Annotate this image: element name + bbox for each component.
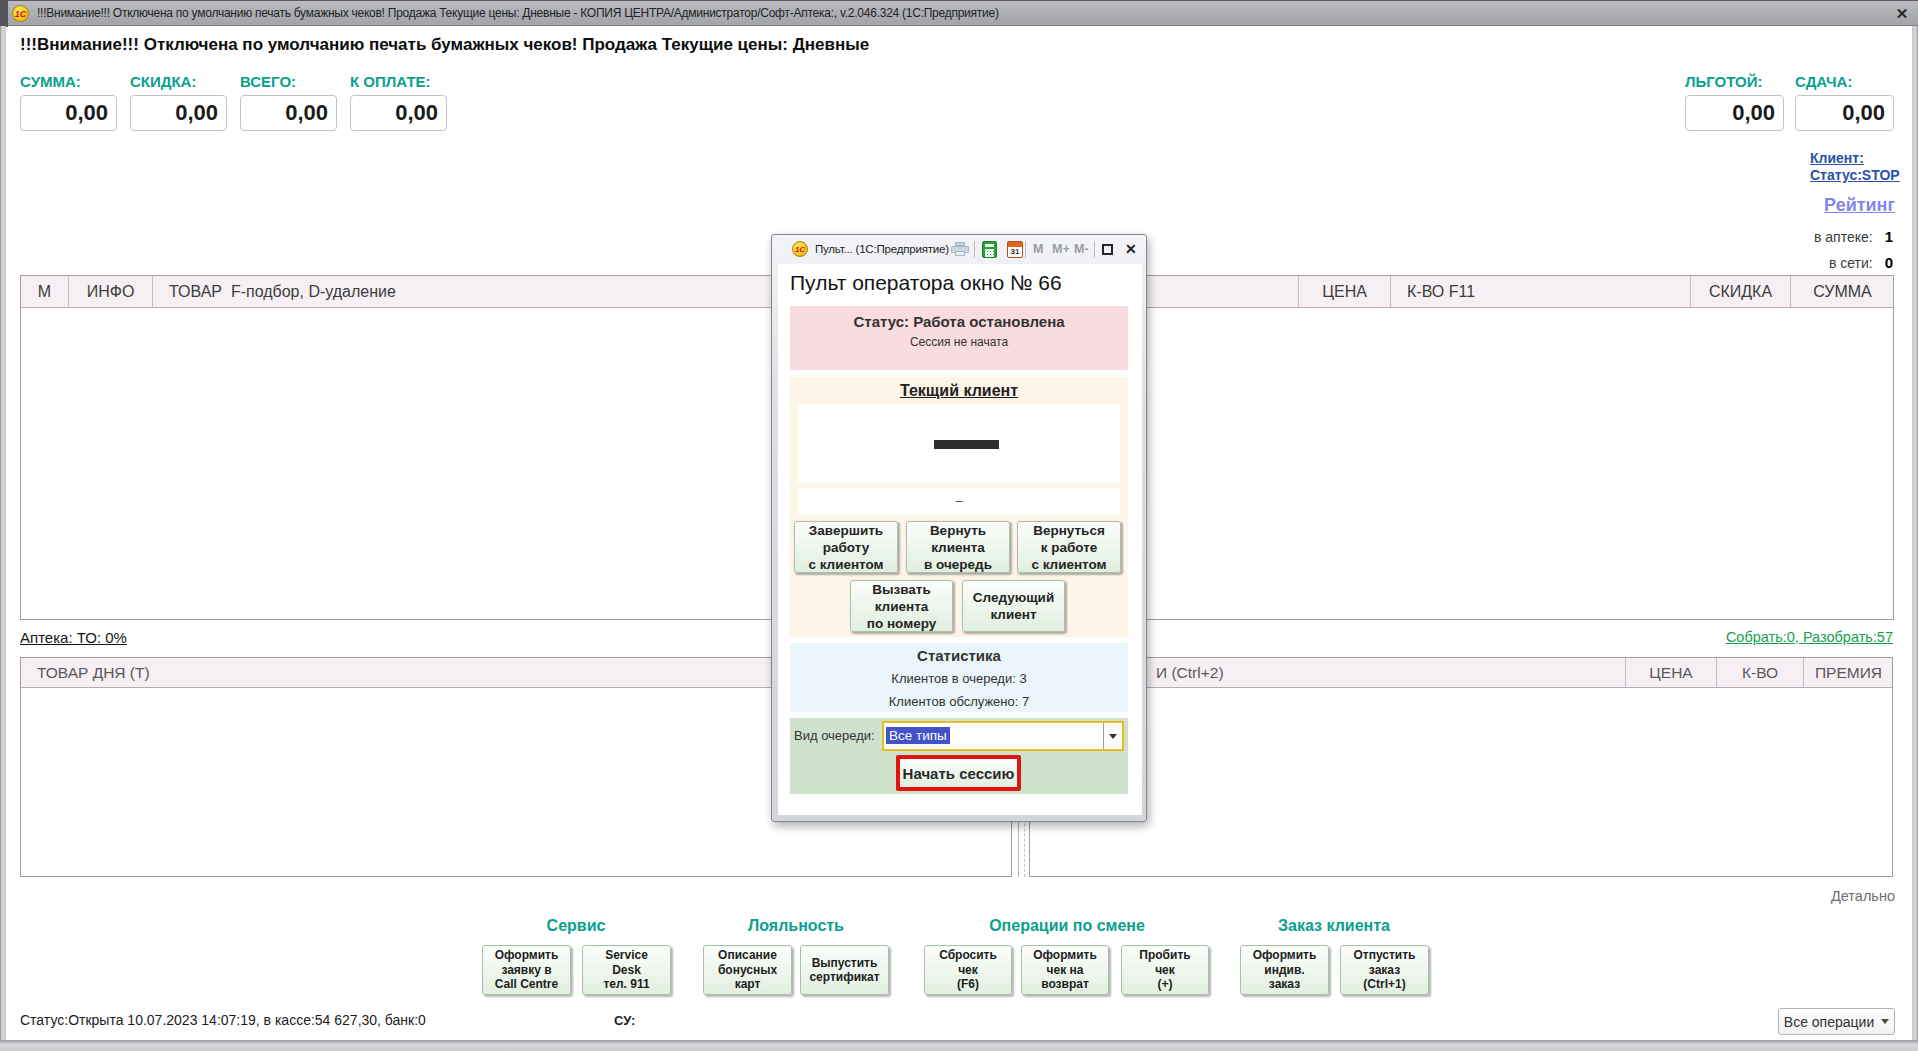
group-title-order: Заказ клиента xyxy=(1234,917,1434,935)
summa-label: СУММА: xyxy=(20,73,81,90)
release-order-button[interactable]: Отпустить заказ (Ctrl+1) xyxy=(1340,945,1429,995)
issue-certificate-button[interactable]: Выпустить сертификат xyxy=(800,945,889,995)
resume-client-work-button[interactable]: Вернуться к работе с клиентом xyxy=(1017,521,1121,573)
call-client-by-number-button[interactable]: Вызвать клиента по номеру xyxy=(850,580,953,632)
start-session-button[interactable]: Начать сессию xyxy=(896,755,1021,791)
dialog-session-box: Вид очереди: Все типы Начать сессию xyxy=(790,718,1128,794)
client-status-link[interactable]: Статус:STOP xyxy=(1810,167,1918,184)
skidka-label: СКИДКА: xyxy=(130,73,196,90)
in-pharmacy-label: в аптеке: xyxy=(1814,229,1873,245)
sdacha-label: СДАЧА: xyxy=(1795,73,1852,90)
client-info-strip: – xyxy=(798,488,1120,515)
rating-link[interactable]: Рейтинг xyxy=(1693,195,1895,216)
column-kvo-2: К-ВО xyxy=(1717,658,1804,687)
toolbar-separator xyxy=(974,241,975,258)
column-cena-2: ЦЕНА xyxy=(1626,658,1717,687)
window-border-bottom xyxy=(0,1040,1918,1051)
lgotoi-label: ЛЬГОТОЙ: xyxy=(1685,73,1763,90)
individual-order-button[interactable]: Оформить индив. заказ xyxy=(1240,945,1329,995)
status-bar-text: Статус:Открыта 10.07.2023 14:07:19, в ка… xyxy=(20,1012,426,1028)
warning-message: !!!Внимание!!! Отключена по умолчанию пе… xyxy=(20,35,869,55)
pharmacy-to-link[interactable]: Аптека: ТО: 0% xyxy=(20,629,127,646)
column-kvo: К-ВО F11 xyxy=(1391,276,1691,307)
in-pharmacy-value: 1 xyxy=(1873,228,1893,245)
column-skidka: СКИДКА xyxy=(1691,276,1791,307)
dialog-status-subtitle: Сессия не начата xyxy=(790,335,1128,349)
next-client-button[interactable]: Следующий клиент xyxy=(962,580,1065,632)
dialog-close-button[interactable]: ✕ xyxy=(1125,237,1137,262)
group-title-operations: Операции по смене xyxy=(967,917,1167,935)
column-cena: ЦЕНА xyxy=(1299,276,1391,307)
queue-type-value: Все типы xyxy=(886,727,950,744)
client-name-placeholder xyxy=(934,440,999,449)
print-icon[interactable] xyxy=(950,242,970,257)
calculator-icon[interactable] xyxy=(982,241,997,258)
detail-link[interactable]: Детально xyxy=(1695,888,1895,904)
current-client-display xyxy=(798,404,1120,483)
return-receipt-button[interactable]: Оформить чек на возврат xyxy=(1021,945,1109,995)
vsego-field: 0,00 xyxy=(240,95,337,131)
column-info: ИНФО xyxy=(69,276,153,307)
koplate-field: 0,00 xyxy=(350,95,447,131)
bonus-cards-button[interactable]: Описание бонусных карт xyxy=(703,945,792,995)
memory-m-button[interactable]: M xyxy=(1033,237,1043,262)
dialog-title: Пульт... (1С:Предприятие) xyxy=(815,237,949,262)
promo-table-header: И (Ctrl+2) ЦЕНА К-ВО ПРЕМИЯ xyxy=(1030,658,1892,688)
1c-app-icon: 1С xyxy=(12,5,29,22)
window-close-button[interactable]: ✕ xyxy=(1890,1,1914,27)
return-client-to-queue-button[interactable]: Вернуть клиента в очередь xyxy=(906,521,1010,573)
all-operations-button[interactable]: Все операции xyxy=(1778,1008,1895,1035)
all-operations-label: Все операции xyxy=(1784,1014,1874,1030)
toolbar-separator xyxy=(1025,241,1026,258)
stats-title: Статистика xyxy=(790,647,1128,664)
window-border-left xyxy=(0,26,6,1040)
window-title: !!!Внимание!!! Отключена по умолчанию пе… xyxy=(37,1,999,27)
call-centre-button[interactable]: Оформить заявку в Call Centre xyxy=(482,945,571,995)
calendar-icon[interactable]: 31 xyxy=(1007,241,1023,258)
promo-table[interactable]: И (Ctrl+2) ЦЕНА К-ВО ПРЕМИЯ xyxy=(1029,657,1893,877)
dialog-client-box: Текщий клиент – Завершить работу с клиен… xyxy=(790,377,1128,637)
queue-type-label: Вид очереди: xyxy=(794,728,875,743)
dialog-stats-box: Статистика Клиентов в очереди: 3 Клиенто… xyxy=(790,643,1128,712)
vsego-label: ВСЕГО: xyxy=(240,73,296,90)
in-network-label: в сети: xyxy=(1829,255,1873,271)
dialog-maximize-button[interactable] xyxy=(1102,244,1113,255)
dialog-status-box: Статус: Работа остановлена Сессия не нач… xyxy=(790,306,1128,370)
queue-type-combobox[interactable]: Все типы xyxy=(882,721,1124,751)
dialog-heading: Пульт оператора окно № 66 xyxy=(790,271,1062,295)
dialog-titlebar[interactable]: 1С Пульт... (1С:Предприятие) 31 M M+ M- … xyxy=(774,237,1146,262)
group-title-loyalty: Лояльность xyxy=(696,917,896,935)
summa-field: 0,00 xyxy=(20,95,117,131)
titlebar-left-edge xyxy=(0,1,8,27)
dialog-status-title: Статус: Работа остановлена xyxy=(790,313,1128,330)
memory-m-minus-button[interactable]: M- xyxy=(1074,237,1089,262)
operator-dialog: 1С Пульт... (1С:Предприятие) 31 M M+ M- … xyxy=(771,234,1147,822)
memory-m-plus-button[interactable]: M+ xyxy=(1052,237,1070,262)
column-m: М xyxy=(21,276,69,307)
skidka-field: 0,00 xyxy=(130,95,227,131)
combobox-caret-icon xyxy=(1109,734,1117,739)
group-title-service: Сервис xyxy=(476,917,676,935)
su-label: СУ: xyxy=(614,1013,635,1028)
finish-client-button[interactable]: Завершить работу с клиентом xyxy=(794,521,898,573)
toolbar-separator xyxy=(1094,241,1095,258)
clients-served: Клиентов обслужено: 7 xyxy=(790,694,1128,709)
lgotoi-field: 0,00 xyxy=(1685,95,1784,131)
in-network-value: 0 xyxy=(1873,254,1893,271)
dropdown-caret-icon xyxy=(1881,1019,1889,1024)
current-client-title: Текщий клиент xyxy=(790,382,1128,400)
punch-receipt-button[interactable]: Пробить чек (+) xyxy=(1121,945,1209,995)
window-titlebar: 1С !!!Внимание!!! Отключена по умолчанию… xyxy=(0,0,1918,26)
clients-in-queue: Клиентов в очереди: 3 xyxy=(790,671,1128,686)
client-link[interactable]: Клиент: xyxy=(1810,150,1918,167)
collect-disassemble-link[interactable]: Собрать:0, Разобрать:57 xyxy=(1493,629,1893,645)
service-desk-button[interactable]: Service Desk тел. 911 xyxy=(582,945,671,995)
reset-receipt-button[interactable]: Сбросить чек (F6) xyxy=(924,945,1012,995)
koplate-label: К ОПЛАТЕ: xyxy=(350,73,431,90)
sdacha-field: 0,00 xyxy=(1795,95,1894,131)
1c-dialog-icon: 1С xyxy=(792,241,808,257)
column-summa: СУММА xyxy=(1791,276,1894,307)
combobox-dropdown-button[interactable] xyxy=(1103,723,1122,749)
column-premiya: ПРЕМИЯ xyxy=(1804,658,1893,687)
